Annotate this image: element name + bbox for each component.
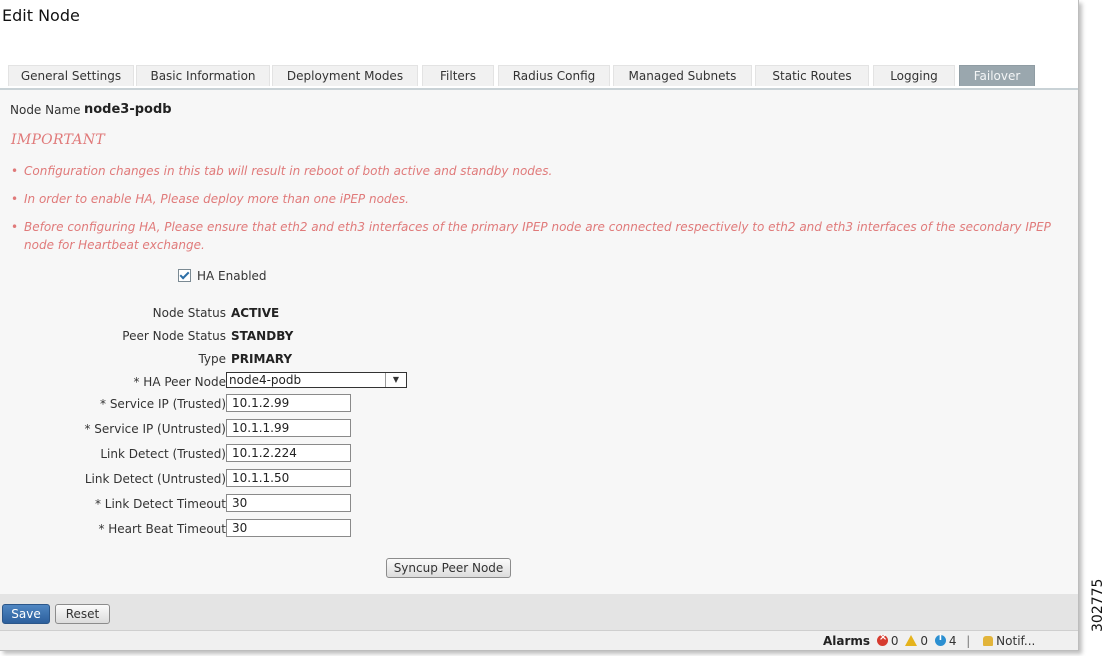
ha-peer-node-select[interactable]: node4-podb ▼ xyxy=(226,372,407,388)
notice-text: In order to enable HA, Please deploy mor… xyxy=(24,192,409,206)
link-detect-timeout-row: * Link Detect Timeout xyxy=(0,494,600,514)
link-detect-timeout-label: * Link Detect Timeout xyxy=(94,497,226,511)
ha-enabled-label: HA Enabled xyxy=(197,269,267,283)
type-label: Type xyxy=(198,352,226,366)
bullet-icon: • xyxy=(11,164,19,178)
notification-bell-icon xyxy=(983,635,994,646)
link-detect-untrusted-label: Link Detect (Untrusted) xyxy=(84,472,226,486)
failover-panel: Node Name node3-podb IMPORTANT • Configu… xyxy=(0,90,1078,594)
link-detect-trusted-label: Link Detect (Trusted) xyxy=(100,447,226,461)
alarms-summary[interactable]: Alarms 0 0 4 | Notif... xyxy=(823,632,1035,648)
service-ip-trusted-row: * Service IP (Trusted) xyxy=(0,394,600,414)
link-detect-untrusted-input[interactable] xyxy=(226,469,351,487)
notice-item: • Before configuring HA, Please ensure t… xyxy=(11,218,1061,254)
ha-peer-node-value: node4-podb xyxy=(229,373,302,387)
bullet-icon: • xyxy=(11,220,19,234)
tab-failover[interactable]: Failover xyxy=(959,65,1035,86)
tab-deployment-modes[interactable]: Deployment Modes xyxy=(272,65,418,86)
warning-icon xyxy=(905,635,918,646)
node-name-label: Node Name xyxy=(10,103,81,117)
checkbox-checked-icon[interactable] xyxy=(178,269,191,282)
chevron-down-icon[interactable]: ▼ xyxy=(385,373,406,387)
type-value: PRIMARY xyxy=(231,352,293,366)
service-ip-untrusted-row: * Service IP (Untrusted) xyxy=(0,419,600,439)
edit-node-window: Edit Node General Settings Basic Informa… xyxy=(0,0,1079,651)
link-detect-timeout-input[interactable] xyxy=(226,494,351,512)
heart-beat-timeout-input[interactable] xyxy=(226,519,351,537)
ha-peer-node-row: * HA Peer Node node4-podb ▼ xyxy=(0,372,600,392)
node-status-label: Node Status xyxy=(152,306,226,320)
link-detect-untrusted-row: Link Detect (Untrusted) xyxy=(0,469,600,489)
important-heading: IMPORTANT xyxy=(11,132,106,148)
save-button[interactable]: Save xyxy=(2,604,50,624)
type-row: Type PRIMARY xyxy=(0,349,600,369)
tab-filters[interactable]: Filters xyxy=(422,65,494,86)
info-icon xyxy=(934,633,946,646)
bullet-icon: • xyxy=(11,192,19,206)
notice-item: • In order to enable HA, Please deploy m… xyxy=(11,190,1061,208)
notifications-label[interactable]: Notif... xyxy=(996,634,1035,648)
heart-beat-timeout-row: * Heart Beat Timeout xyxy=(0,519,600,539)
heart-beat-timeout-label: * Heart Beat Timeout xyxy=(98,522,226,536)
link-detect-trusted-input[interactable] xyxy=(226,444,351,462)
notice-text: Before configuring HA, Please ensure tha… xyxy=(24,220,1051,252)
node-name-value: node3-podb xyxy=(84,102,172,117)
warning-count: 0 xyxy=(920,634,928,648)
notice-item: • Configuration changes in this tab will… xyxy=(11,162,1061,180)
alarms-label: Alarms xyxy=(823,634,871,648)
reset-button[interactable]: Reset xyxy=(55,604,110,624)
ha-enabled-checkbox[interactable]: HA Enabled xyxy=(178,268,267,284)
syncup-peer-node-button[interactable]: Syncup Peer Node xyxy=(386,558,511,578)
notice-text: Configuration changes in this tab will r… xyxy=(24,164,553,178)
info-count: 4 xyxy=(948,634,957,648)
tab-bar: General Settings Basic Information Deplo… xyxy=(0,64,1078,88)
tab-static-routes[interactable]: Static Routes xyxy=(755,65,869,86)
node-status-row: Node Status ACTIVE xyxy=(0,303,600,323)
peer-node-status-label: Peer Node Status xyxy=(122,329,226,343)
service-ip-trusted-input[interactable] xyxy=(226,394,351,412)
tab-basic-information[interactable]: Basic Information xyxy=(136,65,270,86)
ha-peer-node-label: * HA Peer Node xyxy=(133,375,226,389)
window-title: Edit Node xyxy=(2,6,80,25)
node-status-value: ACTIVE xyxy=(231,306,280,320)
form-footer: Save Reset xyxy=(0,594,1078,630)
service-ip-trusted-label: * Service IP (Trusted) xyxy=(100,397,226,411)
figure-number: 302775 xyxy=(1090,578,1106,632)
service-ip-untrusted-label: * Service IP (Untrusted) xyxy=(84,422,226,436)
peer-node-status-row: Peer Node Status STANDBY xyxy=(0,326,600,346)
link-detect-trusted-row: Link Detect (Trusted) xyxy=(0,444,600,464)
tab-managed-subnets[interactable]: Managed Subnets xyxy=(613,65,752,86)
error-icon xyxy=(876,632,888,646)
status-separator: | xyxy=(966,634,971,648)
tab-general-settings[interactable]: General Settings xyxy=(8,65,134,86)
service-ip-untrusted-input[interactable] xyxy=(226,419,351,437)
status-bar: Alarms 0 0 4 | Notif... xyxy=(0,630,1078,650)
error-count: 0 xyxy=(890,634,899,648)
peer-node-status-value: STANDBY xyxy=(231,329,294,343)
tab-logging[interactable]: Logging xyxy=(873,65,955,86)
tab-radius-config[interactable]: Radius Config xyxy=(498,65,610,86)
